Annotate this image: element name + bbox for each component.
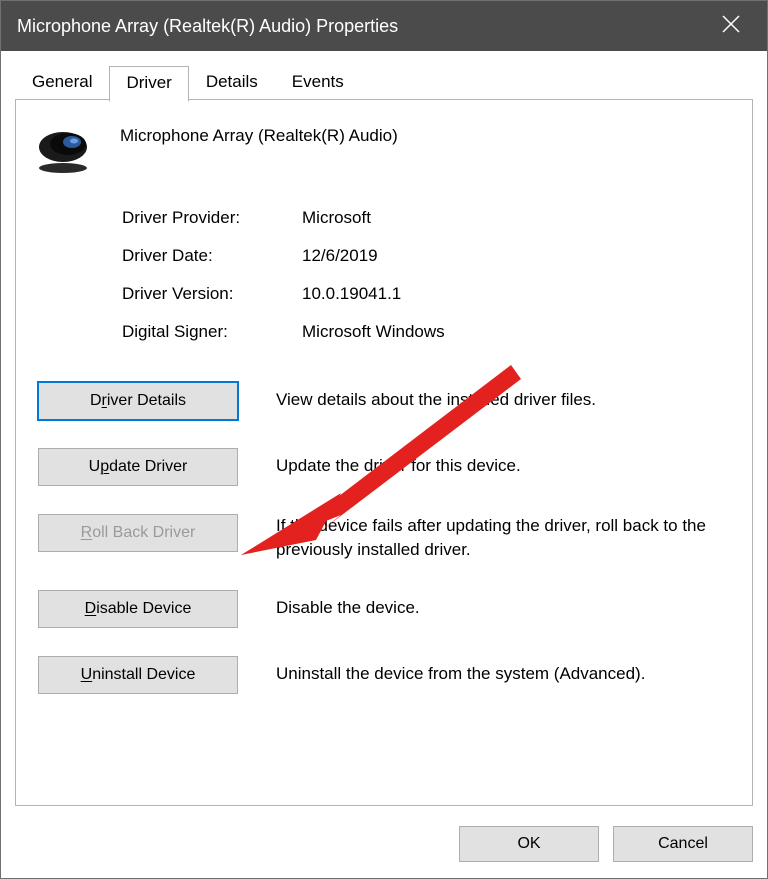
tab-strip: General Driver Details Events	[1, 51, 767, 100]
provider-label: Driver Provider:	[122, 208, 302, 228]
titlebar[interactable]: Microphone Array (Realtek(R) Audio) Prop…	[1, 1, 767, 51]
version-label: Driver Version:	[122, 284, 302, 304]
tab-general[interactable]: General	[15, 65, 109, 100]
disable-device-row: Disable Device Disable the device.	[38, 590, 730, 628]
update-driver-row: Update Driver Update the driver for this…	[38, 448, 730, 486]
uninstall-device-row: Uninstall Device Uninstall the device fr…	[38, 656, 730, 694]
driver-details-description: View details about the installed driver …	[276, 382, 730, 412]
update-driver-button[interactable]: Update Driver	[38, 448, 238, 486]
version-value: 10.0.19041.1	[302, 284, 730, 304]
driver-info-grid: Driver Provider: Microsoft Driver Date: …	[122, 208, 730, 342]
provider-value: Microsoft	[302, 208, 730, 228]
close-button[interactable]	[711, 15, 751, 38]
ok-button[interactable]: OK	[459, 826, 599, 862]
signer-value: Microsoft Windows	[302, 322, 730, 342]
driver-details-row: Driver Details View details about the in…	[38, 382, 730, 420]
signer-label: Digital Signer:	[122, 322, 302, 342]
tab-driver[interactable]: Driver	[109, 66, 188, 102]
rollback-driver-description: If the device fails after updating the d…	[276, 514, 730, 562]
rollback-driver-button: Roll Back Driver	[38, 514, 238, 552]
device-name: Microphone Array (Realtek(R) Audio)	[120, 124, 398, 146]
update-driver-description: Update the driver for this device.	[276, 448, 730, 478]
date-label: Driver Date:	[122, 246, 302, 266]
tab-details[interactable]: Details	[189, 65, 275, 100]
device-header: Microphone Array (Realtek(R) Audio)	[38, 124, 730, 174]
webcam-icon	[38, 124, 100, 174]
disable-device-button[interactable]: Disable Device	[38, 590, 238, 628]
uninstall-device-description: Uninstall the device from the system (Ad…	[276, 656, 730, 686]
properties-dialog: Microphone Array (Realtek(R) Audio) Prop…	[0, 0, 768, 879]
tab-events[interactable]: Events	[275, 65, 361, 100]
close-icon	[722, 15, 740, 33]
date-value: 12/6/2019	[302, 246, 730, 266]
driver-tab-panel: Microphone Array (Realtek(R) Audio) Driv…	[15, 100, 753, 806]
dialog-button-bar: OK Cancel	[1, 816, 767, 878]
disable-device-description: Disable the device.	[276, 590, 730, 620]
uninstall-device-button[interactable]: Uninstall Device	[38, 656, 238, 694]
window-title: Microphone Array (Realtek(R) Audio) Prop…	[17, 16, 711, 37]
cancel-button[interactable]: Cancel	[613, 826, 753, 862]
rollback-driver-row: Roll Back Driver If the device fails aft…	[38, 514, 730, 562]
driver-details-button[interactable]: Driver Details	[38, 382, 238, 420]
